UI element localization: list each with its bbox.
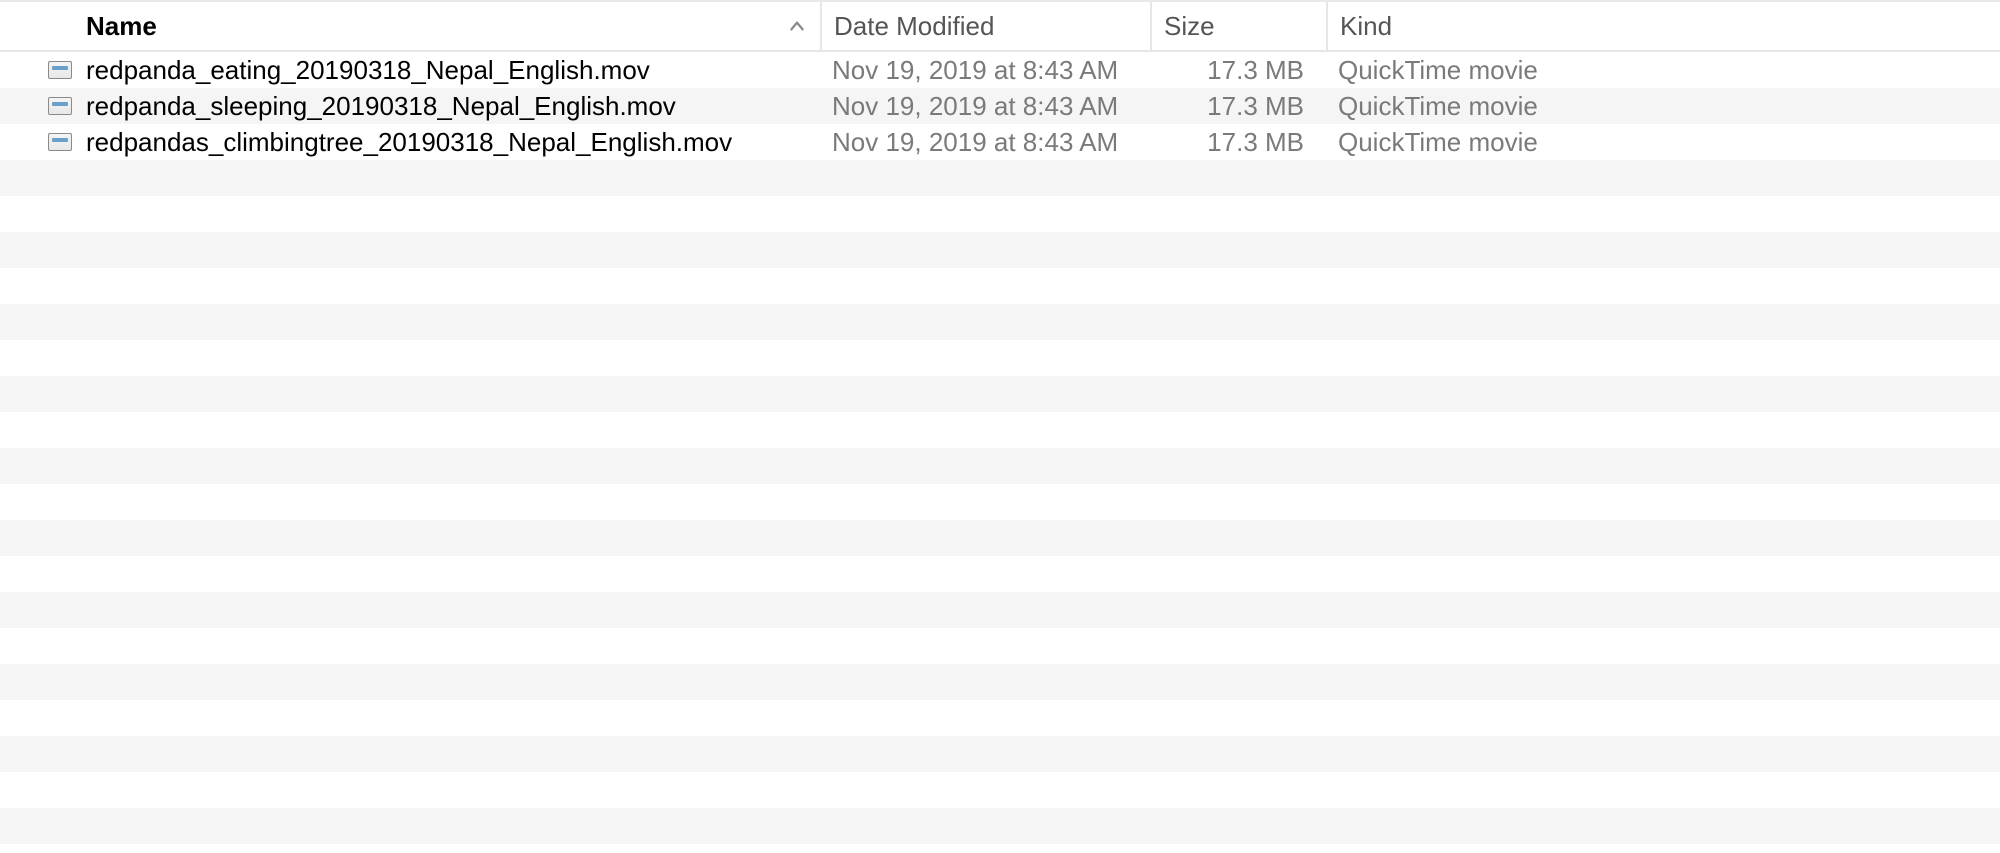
column-header-date-modified[interactable]: Date Modified	[820, 2, 1150, 50]
file-name: redpanda_eating_20190318_Nepal_English.m…	[86, 55, 820, 86]
file-rows: redpanda_eating_20190318_Nepal_English.m…	[0, 52, 2000, 853]
column-header-name-label: Name	[86, 11, 157, 42]
column-header-size-label: Size	[1164, 11, 1215, 42]
file-list-view: Name Date Modified Size Kind redpanda_ea…	[0, 0, 2000, 853]
movie-file-icon	[48, 133, 86, 151]
empty-row	[0, 412, 2000, 448]
empty-row	[0, 520, 2000, 556]
file-date-modified: Nov 19, 2019 at 8:43 AM	[820, 55, 1150, 86]
file-size: 17.3 MB	[1150, 127, 1326, 158]
file-size: 17.3 MB	[1150, 91, 1326, 122]
empty-row	[0, 304, 2000, 340]
file-name: redpandas_climbingtree_20190318_Nepal_En…	[86, 127, 820, 158]
column-header-row: Name Date Modified Size Kind	[0, 0, 2000, 52]
empty-row	[0, 772, 2000, 808]
empty-row	[0, 196, 2000, 232]
empty-row	[0, 700, 2000, 736]
column-header-date-modified-label: Date Modified	[834, 11, 994, 42]
empty-row	[0, 808, 2000, 844]
empty-row	[0, 376, 2000, 412]
file-kind: QuickTime movie	[1326, 55, 2000, 86]
empty-row	[0, 664, 2000, 700]
empty-row	[0, 232, 2000, 268]
file-size: 17.3 MB	[1150, 55, 1326, 86]
empty-row	[0, 736, 2000, 772]
file-name: redpanda_sleeping_20190318_Nepal_English…	[86, 91, 820, 122]
empty-row	[0, 556, 2000, 592]
empty-row	[0, 340, 2000, 376]
file-date-modified: Nov 19, 2019 at 8:43 AM	[820, 127, 1150, 158]
file-kind: QuickTime movie	[1326, 127, 2000, 158]
empty-row	[0, 592, 2000, 628]
movie-file-icon	[48, 61, 86, 79]
empty-row	[0, 628, 2000, 664]
empty-row	[0, 160, 2000, 196]
file-date-modified: Nov 19, 2019 at 8:43 AM	[820, 91, 1150, 122]
empty-row	[0, 448, 2000, 484]
empty-row	[0, 484, 2000, 520]
table-row[interactable]: redpandas_climbingtree_20190318_Nepal_En…	[0, 124, 2000, 160]
column-header-kind-label: Kind	[1340, 11, 1392, 42]
movie-file-icon	[48, 97, 86, 115]
column-header-size[interactable]: Size	[1150, 2, 1326, 50]
sort-ascending-icon	[788, 17, 806, 35]
empty-row	[0, 268, 2000, 304]
column-header-name[interactable]: Name	[86, 11, 820, 42]
column-header-kind[interactable]: Kind	[1326, 2, 2000, 50]
table-row[interactable]: redpanda_sleeping_20190318_Nepal_English…	[0, 88, 2000, 124]
table-row[interactable]: redpanda_eating_20190318_Nepal_English.m…	[0, 52, 2000, 88]
file-kind: QuickTime movie	[1326, 91, 2000, 122]
